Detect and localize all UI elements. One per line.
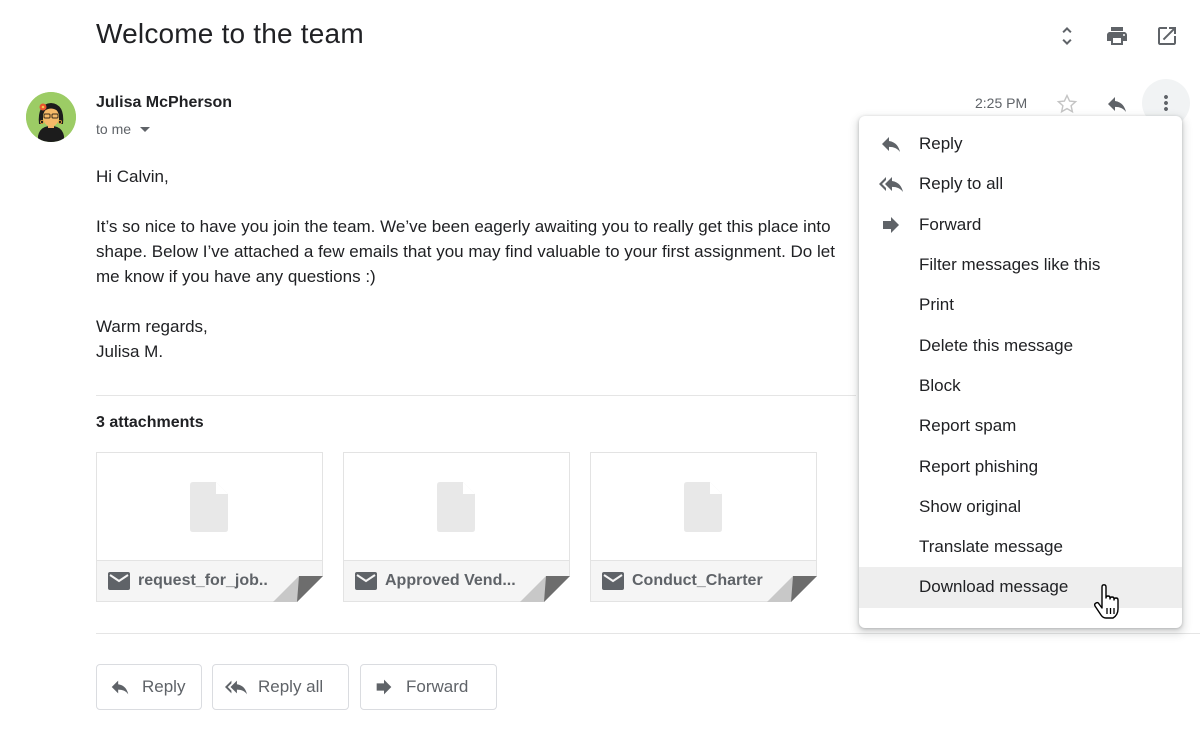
sender-avatar[interactable] [26, 92, 76, 142]
reply-all-button[interactable]: Reply all [212, 664, 349, 710]
page-fold-icon [273, 576, 323, 602]
expand-all-button[interactable] [1053, 22, 1081, 50]
file-icon [436, 482, 475, 532]
sender-name[interactable]: Julisa McPherson [96, 94, 232, 112]
menu-item-label: Translate message [919, 537, 1063, 557]
body-greeting: Hi Calvin, [96, 167, 169, 186]
recipient-details-toggle[interactable]: to me [96, 121, 151, 137]
message-time: 2:25 PM [975, 95, 1028, 111]
page-fold-icon [520, 576, 570, 602]
file-icon [189, 482, 228, 532]
attachment-card[interactable]: request_for_job.. [96, 452, 323, 602]
print-icon [1107, 27, 1127, 45]
reply-button-label: Reply [142, 677, 186, 696]
forward-button[interactable]: Forward [360, 664, 497, 710]
menu-item-show-original[interactable]: Show original [859, 487, 1182, 527]
menu-item-label: Print [919, 295, 954, 315]
menu-item-block[interactable]: Block [859, 366, 1182, 406]
attachment-card[interactable]: Approved Vend... [343, 452, 570, 602]
menu-item-label: Download message [919, 577, 1069, 597]
reply-icon [111, 680, 129, 695]
attachment-thumbnail [97, 453, 322, 561]
reply-icon [1108, 97, 1126, 112]
star-button[interactable] [1053, 90, 1081, 118]
menu-item-reply[interactable]: Reply [859, 124, 1182, 164]
menu-item-reply-to-all[interactable]: Reply to all [859, 164, 1182, 204]
forward-button-label: Forward [406, 677, 469, 696]
menu-item-report-phishing[interactable]: Report phishing [859, 446, 1182, 486]
menu-item-label: Filter messages like this [919, 255, 1101, 275]
avatar-illustration [26, 92, 76, 142]
page-fold-icon [767, 576, 817, 602]
actions-divider [96, 633, 1200, 634]
menu-item-report-spam[interactable]: Report spam [859, 406, 1182, 446]
attachment-card[interactable]: Conduct_Charter [590, 452, 817, 602]
menu-item-delete[interactable]: Delete this message [859, 325, 1182, 365]
reply-all-icon [225, 680, 247, 695]
recipient-label: to me [96, 121, 132, 137]
menu-item-forward[interactable]: Forward [859, 205, 1182, 245]
forward-icon [376, 679, 392, 695]
attachments-divider [96, 395, 856, 396]
menu-item-label: Block [919, 375, 961, 395]
mail-icon [602, 572, 624, 590]
expand-collapse-icon [1062, 27, 1072, 45]
menu-item-download-message[interactable]: Download message [859, 567, 1182, 608]
attachment-thumbnail [591, 453, 816, 561]
reply-all-icon [879, 172, 903, 196]
open-in-new-window-icon [1158, 27, 1176, 45]
more-options-menu: Reply Reply to all Forward Filter messag… [859, 116, 1182, 628]
menu-item-label: Reply [919, 134, 963, 154]
print-all-button[interactable] [1103, 22, 1131, 50]
mail-icon [355, 572, 377, 590]
body-paragraph: It’s so nice to have you join the team. … [96, 217, 835, 286]
reply-button[interactable]: Reply [96, 664, 202, 710]
forward-icon [879, 213, 903, 237]
menu-item-label: Report phishing [919, 456, 1039, 476]
menu-item-translate[interactable]: Translate message [859, 527, 1182, 567]
more-vert-icon [1164, 95, 1168, 111]
menu-item-label: Delete this message [919, 335, 1074, 355]
attachment-thumbnail [344, 453, 569, 561]
email-subject: Welcome to the team [96, 18, 364, 49]
attachments-title: 3 attachments [96, 414, 204, 431]
body-closing: Warm regards, [96, 317, 208, 336]
attachment-name: Approved Vend... [385, 572, 516, 589]
menu-item-filter-messages[interactable]: Filter messages like this [859, 245, 1182, 285]
file-icon [683, 482, 722, 532]
reply-all-button-label: Reply all [258, 677, 324, 696]
menu-item-label: Reply to all [919, 174, 1004, 194]
menu-item-label: Report spam [919, 416, 1017, 436]
caret-down-icon [140, 126, 151, 132]
menu-item-print[interactable]: Print [859, 285, 1182, 325]
mail-icon [108, 572, 130, 590]
menu-item-label: Forward [919, 214, 982, 234]
open-new-window-button[interactable] [1153, 22, 1181, 50]
attachment-name: Conduct_Charter [632, 572, 763, 589]
reply-header-button[interactable] [1103, 90, 1131, 118]
menu-item-label: Show original [919, 496, 1022, 516]
attachment-name: request_for_job.. [138, 572, 268, 589]
body-signature: Julisa M. [96, 342, 164, 361]
reply-icon [879, 132, 903, 156]
star-icon [1056, 93, 1078, 114]
message-body: Hi Calvin, It’s so nice to have you join… [96, 164, 836, 364]
